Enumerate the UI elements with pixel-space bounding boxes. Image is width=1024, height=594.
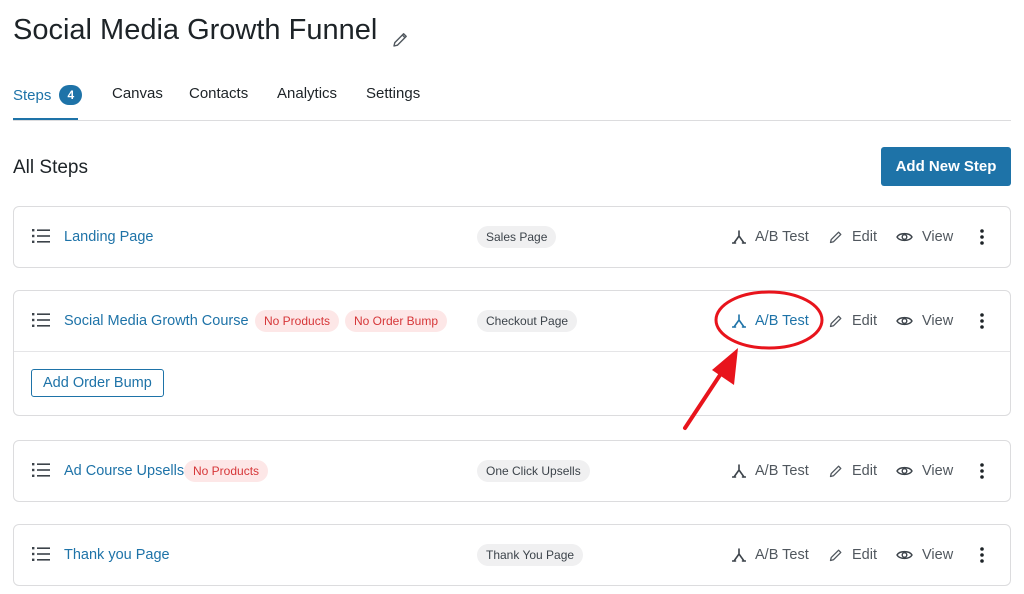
view-label: View xyxy=(922,547,954,563)
view-label: View xyxy=(922,229,954,245)
pencil-icon xyxy=(829,464,843,478)
step-type-badge: Sales Page xyxy=(477,226,557,248)
list-drag-icon[interactable] xyxy=(32,313,50,327)
page-title: Social Media Growth Funnel xyxy=(13,14,378,46)
no-products-badge: No Products xyxy=(255,310,340,332)
eye-icon xyxy=(896,549,913,561)
ab-test-button[interactable]: A/B Test xyxy=(732,313,809,329)
edit-button[interactable]: Edit xyxy=(829,313,877,329)
edit-label: Edit xyxy=(852,463,877,479)
no-order-bump-badge: No Order Bump xyxy=(345,310,448,332)
list-drag-icon[interactable] xyxy=(32,463,50,477)
tab-analytics[interactable]: Analytics xyxy=(277,85,337,102)
step-type-badge: Thank You Page xyxy=(477,544,584,566)
ab-test-button[interactable]: A/B Test xyxy=(732,229,809,245)
step-card: Social Media Growth Course No Products N… xyxy=(13,290,1011,416)
tab-canvas[interactable]: Canvas xyxy=(112,85,163,102)
steps-count-badge: 4 xyxy=(59,85,83,105)
no-products-badge: No Products xyxy=(184,460,269,482)
tab-label: Steps xyxy=(13,86,52,104)
split-icon xyxy=(732,464,746,478)
tab-label: Canvas xyxy=(112,85,163,102)
pencil-icon[interactable] xyxy=(391,24,409,47)
view-label: View xyxy=(922,313,954,329)
pencil-icon xyxy=(829,548,843,562)
edit-label: Edit xyxy=(852,313,877,329)
view-button[interactable]: View xyxy=(896,547,953,563)
tab-settings[interactable]: Settings xyxy=(366,85,420,102)
ab-test-button[interactable]: A/B Test xyxy=(732,463,809,479)
tab-steps[interactable]: Steps 4 xyxy=(13,85,83,105)
step-row: Landing Page Sales Page A/B Test Edit Vi… xyxy=(14,207,1010,267)
split-icon xyxy=(732,230,746,244)
view-button[interactable]: View xyxy=(896,313,953,329)
pencil-icon xyxy=(829,230,843,244)
edit-button[interactable]: Edit xyxy=(829,463,877,479)
list-drag-icon[interactable] xyxy=(32,229,50,243)
edit-label: Edit xyxy=(852,547,877,563)
ab-test-button[interactable]: A/B Test xyxy=(732,547,809,563)
view-label: View xyxy=(922,463,954,479)
edit-button[interactable]: Edit xyxy=(829,547,877,563)
step-name-link[interactable]: Landing Page xyxy=(64,229,154,245)
step-name-link[interactable]: Thank you Page xyxy=(64,547,170,563)
step-card-footer: Add Order Bump xyxy=(14,351,1010,415)
pencil-icon xyxy=(829,314,843,328)
view-button[interactable]: View xyxy=(896,229,953,245)
tab-label: Contacts xyxy=(189,85,249,102)
step-row: Social Media Growth Course No Products N… xyxy=(14,291,1010,351)
eye-icon xyxy=(896,231,913,243)
step-row: Thank you Page Thank You Page A/B Test E… xyxy=(14,525,1010,585)
kebab-icon[interactable] xyxy=(974,546,990,564)
step-row: Ad Course Upsells No Products One Click … xyxy=(14,441,1010,501)
edit-label: Edit xyxy=(852,229,877,245)
ab-test-label: A/B Test xyxy=(755,229,809,245)
tab-label: Analytics xyxy=(277,85,338,102)
kebab-icon[interactable] xyxy=(974,228,990,246)
active-tab-indicator xyxy=(13,118,78,120)
step-card: Thank you Page Thank You Page A/B Test E… xyxy=(13,524,1011,586)
list-drag-icon[interactable] xyxy=(32,547,50,561)
tab-label: Settings xyxy=(366,85,421,102)
add-new-step-button[interactable]: Add New Step xyxy=(881,147,1011,186)
kebab-icon[interactable] xyxy=(974,462,990,480)
kebab-icon[interactable] xyxy=(974,312,990,330)
ab-test-label: A/B Test xyxy=(755,313,809,329)
tab-bar: Steps 4 Canvas Contacts Analytics Settin… xyxy=(13,80,1011,121)
step-type-badge: One Click Upsells xyxy=(477,460,590,482)
step-card: Landing Page Sales Page A/B Test Edit Vi… xyxy=(13,206,1011,268)
tab-contacts[interactable]: Contacts xyxy=(189,85,248,102)
ab-test-label: A/B Test xyxy=(755,547,809,563)
step-type-badge: Checkout Page xyxy=(477,310,578,332)
step-card: Ad Course Upsells No Products One Click … xyxy=(13,440,1011,502)
ab-test-label: A/B Test xyxy=(755,463,809,479)
step-name-link[interactable]: Ad Course Upsells xyxy=(64,463,184,479)
eye-icon xyxy=(896,315,913,327)
view-button[interactable]: View xyxy=(896,463,953,479)
split-icon xyxy=(732,314,746,328)
split-icon xyxy=(732,548,746,562)
eye-icon xyxy=(896,465,913,477)
section-title: All Steps xyxy=(13,157,88,178)
page-title-wrap: Social Media Growth Funnel xyxy=(13,14,409,47)
step-name-link[interactable]: Social Media Growth Course xyxy=(64,313,249,329)
edit-button[interactable]: Edit xyxy=(829,229,877,245)
add-order-bump-button[interactable]: Add Order Bump xyxy=(31,369,164,397)
